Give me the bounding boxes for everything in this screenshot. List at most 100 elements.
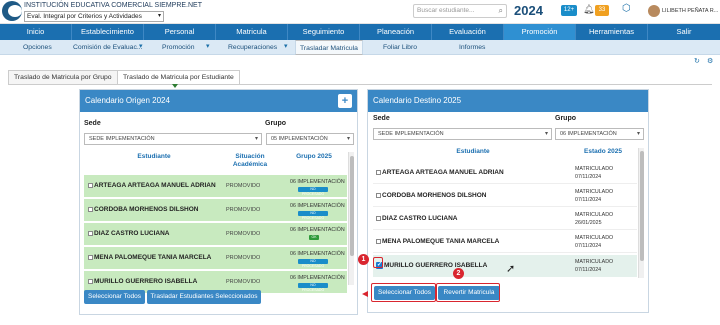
year-label: 2024 bbox=[514, 3, 543, 18]
row-checkbox[interactable] bbox=[376, 169, 381, 175]
evaluation-select[interactable]: Eval. Integral por Criterios y Actividad… bbox=[24, 11, 164, 22]
nav-establecimiento[interactable]: Establecimiento bbox=[72, 24, 144, 40]
subnav-informes[interactable]: Informes bbox=[459, 40, 485, 55]
col-estudiante: Estudiante bbox=[137, 153, 171, 160]
chevron-down-icon: ▾ bbox=[284, 43, 288, 50]
subnav-foliar-libro[interactable]: Foliar Libro bbox=[383, 40, 417, 55]
table-row[interactable]: ARTEAGA ARTEAGA MANUEL ADRIAN MATRICULAD… bbox=[373, 162, 637, 184]
scrollbar[interactable] bbox=[348, 152, 354, 285]
row-checkbox[interactable] bbox=[376, 192, 381, 198]
table-row[interactable]: CORDOBA MORHENOS DILSHON PROMOVIDO 06 IM… bbox=[84, 199, 347, 221]
chevron-down-icon: ▾ bbox=[636, 131, 640, 137]
sede-select[interactable]: SEDE IMPLEMENTACIÓN ▾ bbox=[84, 133, 262, 145]
step-two-marker: 2 bbox=[453, 268, 464, 279]
nav-personal[interactable]: Personal bbox=[144, 24, 216, 40]
add-button[interactable]: + bbox=[338, 94, 352, 108]
nav-seguimiento[interactable]: Seguimiento bbox=[288, 24, 360, 40]
row-checkbox[interactable] bbox=[88, 230, 93, 236]
situacion-value: PROMOVIDO bbox=[226, 279, 261, 285]
table-row[interactable]: CORDOBA MORHENOS DILSHON MATRICULADO 07/1… bbox=[373, 185, 637, 207]
table-row[interactable]: MENA PALOMEQUE TANIA MARCELA MATRICULADO… bbox=[373, 231, 637, 253]
chevron-down-icon: ▾ bbox=[157, 13, 161, 19]
chevron-down-icon: ▾ bbox=[254, 136, 258, 142]
sede-select[interactable]: SEDE IMPLEMENTACIÓN ▾ bbox=[373, 128, 552, 140]
estado-value: MATRICULADO 07/11/2024 bbox=[575, 166, 614, 180]
table-row[interactable]: ARTEAGA ARTEAGA MANUEL ADRIAN PROMOVIDO … bbox=[84, 175, 347, 197]
tab-divider bbox=[8, 84, 712, 85]
student-name: MENA PALOMEQUE TANIA MARCELA bbox=[88, 254, 211, 261]
cube-icon[interactable]: ⬡ bbox=[622, 3, 631, 14]
row-checkbox[interactable] bbox=[376, 238, 381, 244]
estado-value: MATRICULADO 07/11/2024 bbox=[575, 259, 614, 273]
tab-traslado-estudiante[interactable]: Traslado de Matricula por Estudiante bbox=[117, 70, 240, 85]
origen-card: Calendario Origen 2024 + Sede Grupo SEDE… bbox=[79, 89, 358, 315]
subnav-comision[interactable]: Comisión de Evaluac... bbox=[73, 40, 143, 55]
search-input[interactable]: Buscar estudiante... ⌕ bbox=[413, 4, 507, 18]
avatar[interactable] bbox=[648, 5, 660, 17]
grupo-value: 06 IMPLEMENTACIÓN bbox=[290, 227, 345, 233]
nav-planeacion[interactable]: Planeación bbox=[360, 24, 432, 40]
table-row[interactable]: DIAZ CASTRO LUCIANA PROMOVIDO 06 IMPLEME… bbox=[84, 223, 347, 245]
grupo-value: 06 IMPLEMENTACIÓN bbox=[290, 251, 345, 257]
grupo-value: 06 IMPLEMENTACIÓN bbox=[290, 179, 345, 185]
table-row[interactable]: DIAZ CASTRO LUCIANA MATRICULADO 26/01/202… bbox=[373, 208, 637, 230]
row-checkbox[interactable] bbox=[88, 206, 93, 212]
scrollbar[interactable] bbox=[638, 148, 644, 278]
student-name: MENA PALOMEQUE TANIA MARCELA bbox=[376, 238, 499, 245]
nav-promocion[interactable]: Promoción bbox=[504, 24, 576, 40]
subnav-opciones[interactable]: Opciones bbox=[23, 40, 52, 55]
table-row[interactable]: MENA PALOMEQUE TANIA MARCELA PROMOVIDO 0… bbox=[84, 247, 347, 269]
subnav-promocion[interactable]: Promoción bbox=[162, 40, 195, 55]
sede-label: Sede bbox=[84, 120, 101, 127]
grupo-value: 06 IMPLEMENTACIÓN bbox=[290, 203, 345, 209]
nav-inicio[interactable]: Inicio bbox=[0, 24, 72, 40]
grupo-select[interactable]: 06 IMPLEMENTACIÓN ▾ bbox=[555, 128, 644, 140]
estado-value: MATRICULADO 26/01/2025 bbox=[575, 212, 614, 226]
status-badge: NO PROCESADO bbox=[298, 187, 328, 196]
student-name: DIAZ CASTRO LUCIANA bbox=[376, 215, 457, 222]
estado-value: MATRICULADO 07/11/2024 bbox=[575, 235, 614, 249]
step-one-marker: 1 bbox=[358, 254, 369, 265]
grupo-select[interactable]: 05 IMPLEMENTACIÓN ▾ bbox=[266, 133, 354, 145]
grupo-label: Grupo bbox=[555, 115, 576, 122]
messages-badge[interactable]: 12+ bbox=[561, 5, 577, 16]
gear-icon[interactable]: ⚙ bbox=[707, 57, 713, 65]
nav-herramientas[interactable]: Herramientas bbox=[576, 24, 648, 40]
situacion-value: PROMOVIDO bbox=[226, 183, 261, 189]
select-all-button[interactable]: Seleccionar Todos bbox=[84, 290, 145, 304]
col-grupo-2025: Grupo 2025 bbox=[296, 153, 332, 160]
row-checkbox[interactable] bbox=[88, 182, 93, 188]
transfer-selected-button[interactable]: Trasladar Estudiantes Seleccionados bbox=[147, 290, 261, 304]
nav-matricula[interactable]: Matricula bbox=[216, 24, 288, 40]
top-bar: INSTITUCIÓN EDUCATIVA COMERCIAL SIEMPRE.… bbox=[0, 0, 720, 24]
row-checkbox[interactable] bbox=[88, 254, 93, 260]
col-estado-2025: Estado 2025 bbox=[584, 148, 622, 155]
student-name: ARTEAGA ARTEAGA MANUEL ADRIAN bbox=[376, 169, 504, 176]
subnav-recuperaciones[interactable]: Recuperaciones bbox=[228, 40, 277, 55]
refresh-icon[interactable]: ↻ bbox=[694, 57, 700, 65]
evaluation-select-value: Eval. Integral por Criterios y Actividad… bbox=[27, 13, 142, 20]
tab-traslado-grupo[interactable]: Traslado de Matricula por Grupo bbox=[8, 70, 118, 84]
subnav-trasladar-matricula[interactable]: Trasladar Matricula bbox=[295, 40, 363, 55]
nav-salir[interactable]: Salir bbox=[648, 24, 720, 40]
chevron-down-icon: ▾ bbox=[206, 43, 210, 50]
user-name[interactable]: LILIBETH PEÑATA R... bbox=[662, 8, 718, 14]
search-icon: ⌕ bbox=[498, 6, 503, 15]
row-checkbox[interactable] bbox=[376, 215, 381, 221]
estado-value: MATRICULADO 07/11/2024 bbox=[575, 189, 614, 203]
nav-evaluacion[interactable]: Evaluación bbox=[432, 24, 504, 40]
student-name: MURILLO GUERRERO ISABELLA bbox=[88, 278, 197, 285]
table-row[interactable]: ✓ MURILLO GUERRERO ISABELLA MATRICULADO 07… bbox=[373, 255, 637, 277]
row-checkbox[interactable] bbox=[88, 278, 93, 284]
notifications-badge[interactable]: 33 bbox=[595, 5, 609, 16]
bell-icon[interactable]: 🔔︎ bbox=[583, 4, 594, 15]
situacion-value: PROMOVIDO bbox=[226, 207, 261, 213]
scrollbar-thumb[interactable] bbox=[640, 151, 644, 261]
situacion-value: PROMOVIDO bbox=[226, 231, 261, 237]
sub-nav: Opciones Comisión de Evaluac... ▾ Promoc… bbox=[0, 40, 720, 55]
student-name: CORDOBA MORHENOS DILSHON bbox=[376, 192, 486, 199]
scrollbar-thumb[interactable] bbox=[350, 156, 354, 256]
status-badge: NO PROCESADO bbox=[298, 283, 328, 292]
chevron-down-icon: ▾ bbox=[139, 43, 143, 50]
destino-title: Calendario Destino 2025 bbox=[368, 90, 648, 112]
